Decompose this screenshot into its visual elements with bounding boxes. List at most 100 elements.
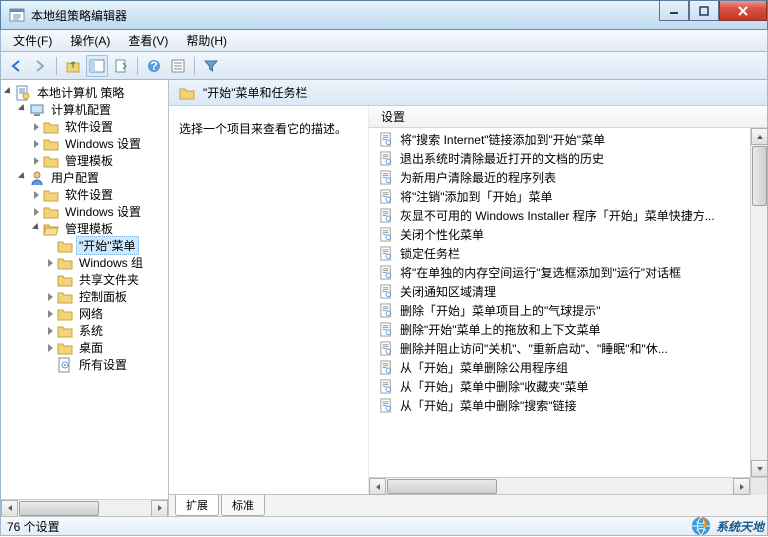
policy-icon xyxy=(379,151,394,166)
scroll-thumb-h-2[interactable] xyxy=(387,479,497,494)
detail-body: 选择一个项目来查看它的描述。 设置 将"搜索 Internet"链接添加到"开始… xyxy=(169,106,767,494)
scroll-down-button[interactable] xyxy=(751,460,768,477)
menu-action[interactable]: 操作(A) xyxy=(62,30,118,51)
back-button[interactable] xyxy=(5,55,27,77)
expander-icon[interactable] xyxy=(31,156,41,166)
tree-node-label: Windows 设置 xyxy=(62,135,144,152)
tree-node-11[interactable]: 共享文件夹 xyxy=(3,271,166,288)
settings-column-header[interactable]: 设置 xyxy=(369,106,767,128)
settings-item[interactable]: 关闭个性化菜单 xyxy=(379,225,767,244)
settings-item[interactable]: 灰显不可用的 Windows Installer 程序「开始」菜单快捷方... xyxy=(379,206,767,225)
tree-node-label: 管理模板 xyxy=(62,220,116,237)
forward-button[interactable] xyxy=(29,55,51,77)
expander-icon[interactable] xyxy=(31,207,41,217)
expander-icon[interactable] xyxy=(17,173,27,183)
tree-node-10[interactable]: Windows 组 xyxy=(3,254,166,271)
scroll-right-button[interactable] xyxy=(151,500,168,517)
expander-icon[interactable] xyxy=(45,258,55,268)
up-folder-button[interactable] xyxy=(62,55,84,77)
menu-view[interactable]: 查看(V) xyxy=(120,30,176,51)
settings-item[interactable]: 删除并阻止访问"关机"、"重新启动"、"睡眠"和"休... xyxy=(379,339,767,358)
statusbar: 76 个设置 xyxy=(0,516,768,536)
export-button[interactable] xyxy=(110,55,132,77)
expander-icon[interactable] xyxy=(45,343,55,353)
folder-icon xyxy=(43,119,59,135)
folder-icon xyxy=(57,255,73,271)
settings-item[interactable]: 将"搜索 Internet"链接添加到"开始"菜单 xyxy=(379,130,767,149)
tree-node-2[interactable]: 软件设置 xyxy=(3,118,166,135)
tree-node-4[interactable]: 管理模板 xyxy=(3,152,166,169)
settings-item-label: 锁定任务栏 xyxy=(400,245,460,262)
help-button[interactable]: ? xyxy=(143,55,165,77)
settings-item[interactable]: 从「开始」菜单中删除"搜索"链接 xyxy=(379,396,767,415)
folder-open-icon xyxy=(43,221,59,237)
settings-h-scrollbar[interactable] xyxy=(369,477,767,494)
tree-node-5[interactable]: 用户配置 xyxy=(3,169,166,186)
description-prompt: 选择一个项目来查看它的描述。 xyxy=(179,122,347,136)
tree-node-13[interactable]: 网络 xyxy=(3,305,166,322)
expander-icon[interactable] xyxy=(31,122,41,132)
tree-h-scrollbar[interactable] xyxy=(1,499,168,516)
expander-icon[interactable] xyxy=(31,139,41,149)
settings-item[interactable]: 删除"开始"菜单上的拖放和上下文菜单 xyxy=(379,320,767,339)
folder-icon xyxy=(57,340,73,356)
settings-item[interactable]: 将"注销"添加到「开始」菜单 xyxy=(379,187,767,206)
close-button[interactable] xyxy=(719,1,767,21)
settings-item[interactable]: 删除「开始」菜单项目上的"气球提示" xyxy=(379,301,767,320)
scroll-left-button[interactable] xyxy=(1,500,18,517)
tree-node-15[interactable]: 桌面 xyxy=(3,339,166,356)
tree-node-0[interactable]: 本地计算机 策略 xyxy=(3,84,166,101)
tree-node-6[interactable]: 软件设置 xyxy=(3,186,166,203)
tree-node-8[interactable]: 管理模板 xyxy=(3,220,166,237)
minimize-button[interactable] xyxy=(659,1,689,21)
tree-node-1[interactable]: 计算机配置 xyxy=(3,101,166,118)
scroll-left-button-2[interactable] xyxy=(369,478,386,495)
properties-button[interactable] xyxy=(167,55,189,77)
filter-button[interactable] xyxy=(200,55,222,77)
policy-icon xyxy=(379,208,394,223)
settings-item[interactable]: 从「开始」菜单中删除"收藏夹"菜单 xyxy=(379,377,767,396)
policy-icon xyxy=(379,265,394,280)
settings-item-label: 关闭个性化菜单 xyxy=(400,226,484,243)
tree-node-12[interactable]: 控制面板 xyxy=(3,288,166,305)
policy-icon xyxy=(379,227,394,242)
settings-item-label: 将"注销"添加到「开始」菜单 xyxy=(400,188,553,205)
settings-item[interactable]: 为新用户清除最近的程序列表 xyxy=(379,168,767,187)
settings-item[interactable]: 将"在单独的内存空间运行"复选框添加到"运行"对话框 xyxy=(379,263,767,282)
tree-node-14[interactable]: 系统 xyxy=(3,322,166,339)
toolbar: ? xyxy=(0,52,768,80)
settings-item[interactable]: 锁定任务栏 xyxy=(379,244,767,263)
settings-item[interactable]: 关闭通知区域清理 xyxy=(379,282,767,301)
settings-list-column: 设置 将"搜索 Internet"链接添加到"开始"菜单退出系统时清除最近打开的… xyxy=(369,106,767,494)
tree-node-16[interactable]: 所有设置 xyxy=(3,356,166,373)
tree-node-label: Windows 组 xyxy=(76,254,146,271)
expander-icon[interactable] xyxy=(3,88,13,98)
tab-standard[interactable]: 标准 xyxy=(221,495,265,516)
scroll-up-button[interactable] xyxy=(751,128,768,145)
maximize-button[interactable] xyxy=(689,1,719,21)
tree-node-9[interactable]: "开始"菜单 xyxy=(3,237,166,254)
app-icon xyxy=(9,7,25,23)
scroll-thumb-v[interactable] xyxy=(752,146,767,206)
menu-help[interactable]: 帮助(H) xyxy=(178,30,235,51)
policy-icon xyxy=(379,132,394,147)
expander-icon[interactable] xyxy=(45,292,55,302)
settings-item[interactable]: 从「开始」菜单删除公用程序组 xyxy=(379,358,767,377)
expander-icon[interactable] xyxy=(31,224,41,234)
tab-extended[interactable]: 扩展 xyxy=(175,495,219,516)
scroll-thumb-h[interactable] xyxy=(19,501,99,516)
expander-icon[interactable] xyxy=(31,190,41,200)
expander-icon[interactable] xyxy=(45,309,55,319)
tree-node-3[interactable]: Windows 设置 xyxy=(3,135,166,152)
tree-node-7[interactable]: Windows 设置 xyxy=(3,203,166,220)
expander-icon[interactable] xyxy=(17,105,27,115)
show-tree-button[interactable] xyxy=(86,55,108,77)
doc-icon xyxy=(15,85,31,101)
settings-v-scrollbar[interactable] xyxy=(750,128,767,477)
policy-icon xyxy=(379,360,394,375)
menu-file[interactable]: 文件(F) xyxy=(5,30,60,51)
settings-item[interactable]: 退出系统时清除最近打开的文档的历史 xyxy=(379,149,767,168)
expander-icon[interactable] xyxy=(45,326,55,336)
tree-node-label: 共享文件夹 xyxy=(76,271,142,288)
scroll-right-button-2[interactable] xyxy=(733,478,750,495)
